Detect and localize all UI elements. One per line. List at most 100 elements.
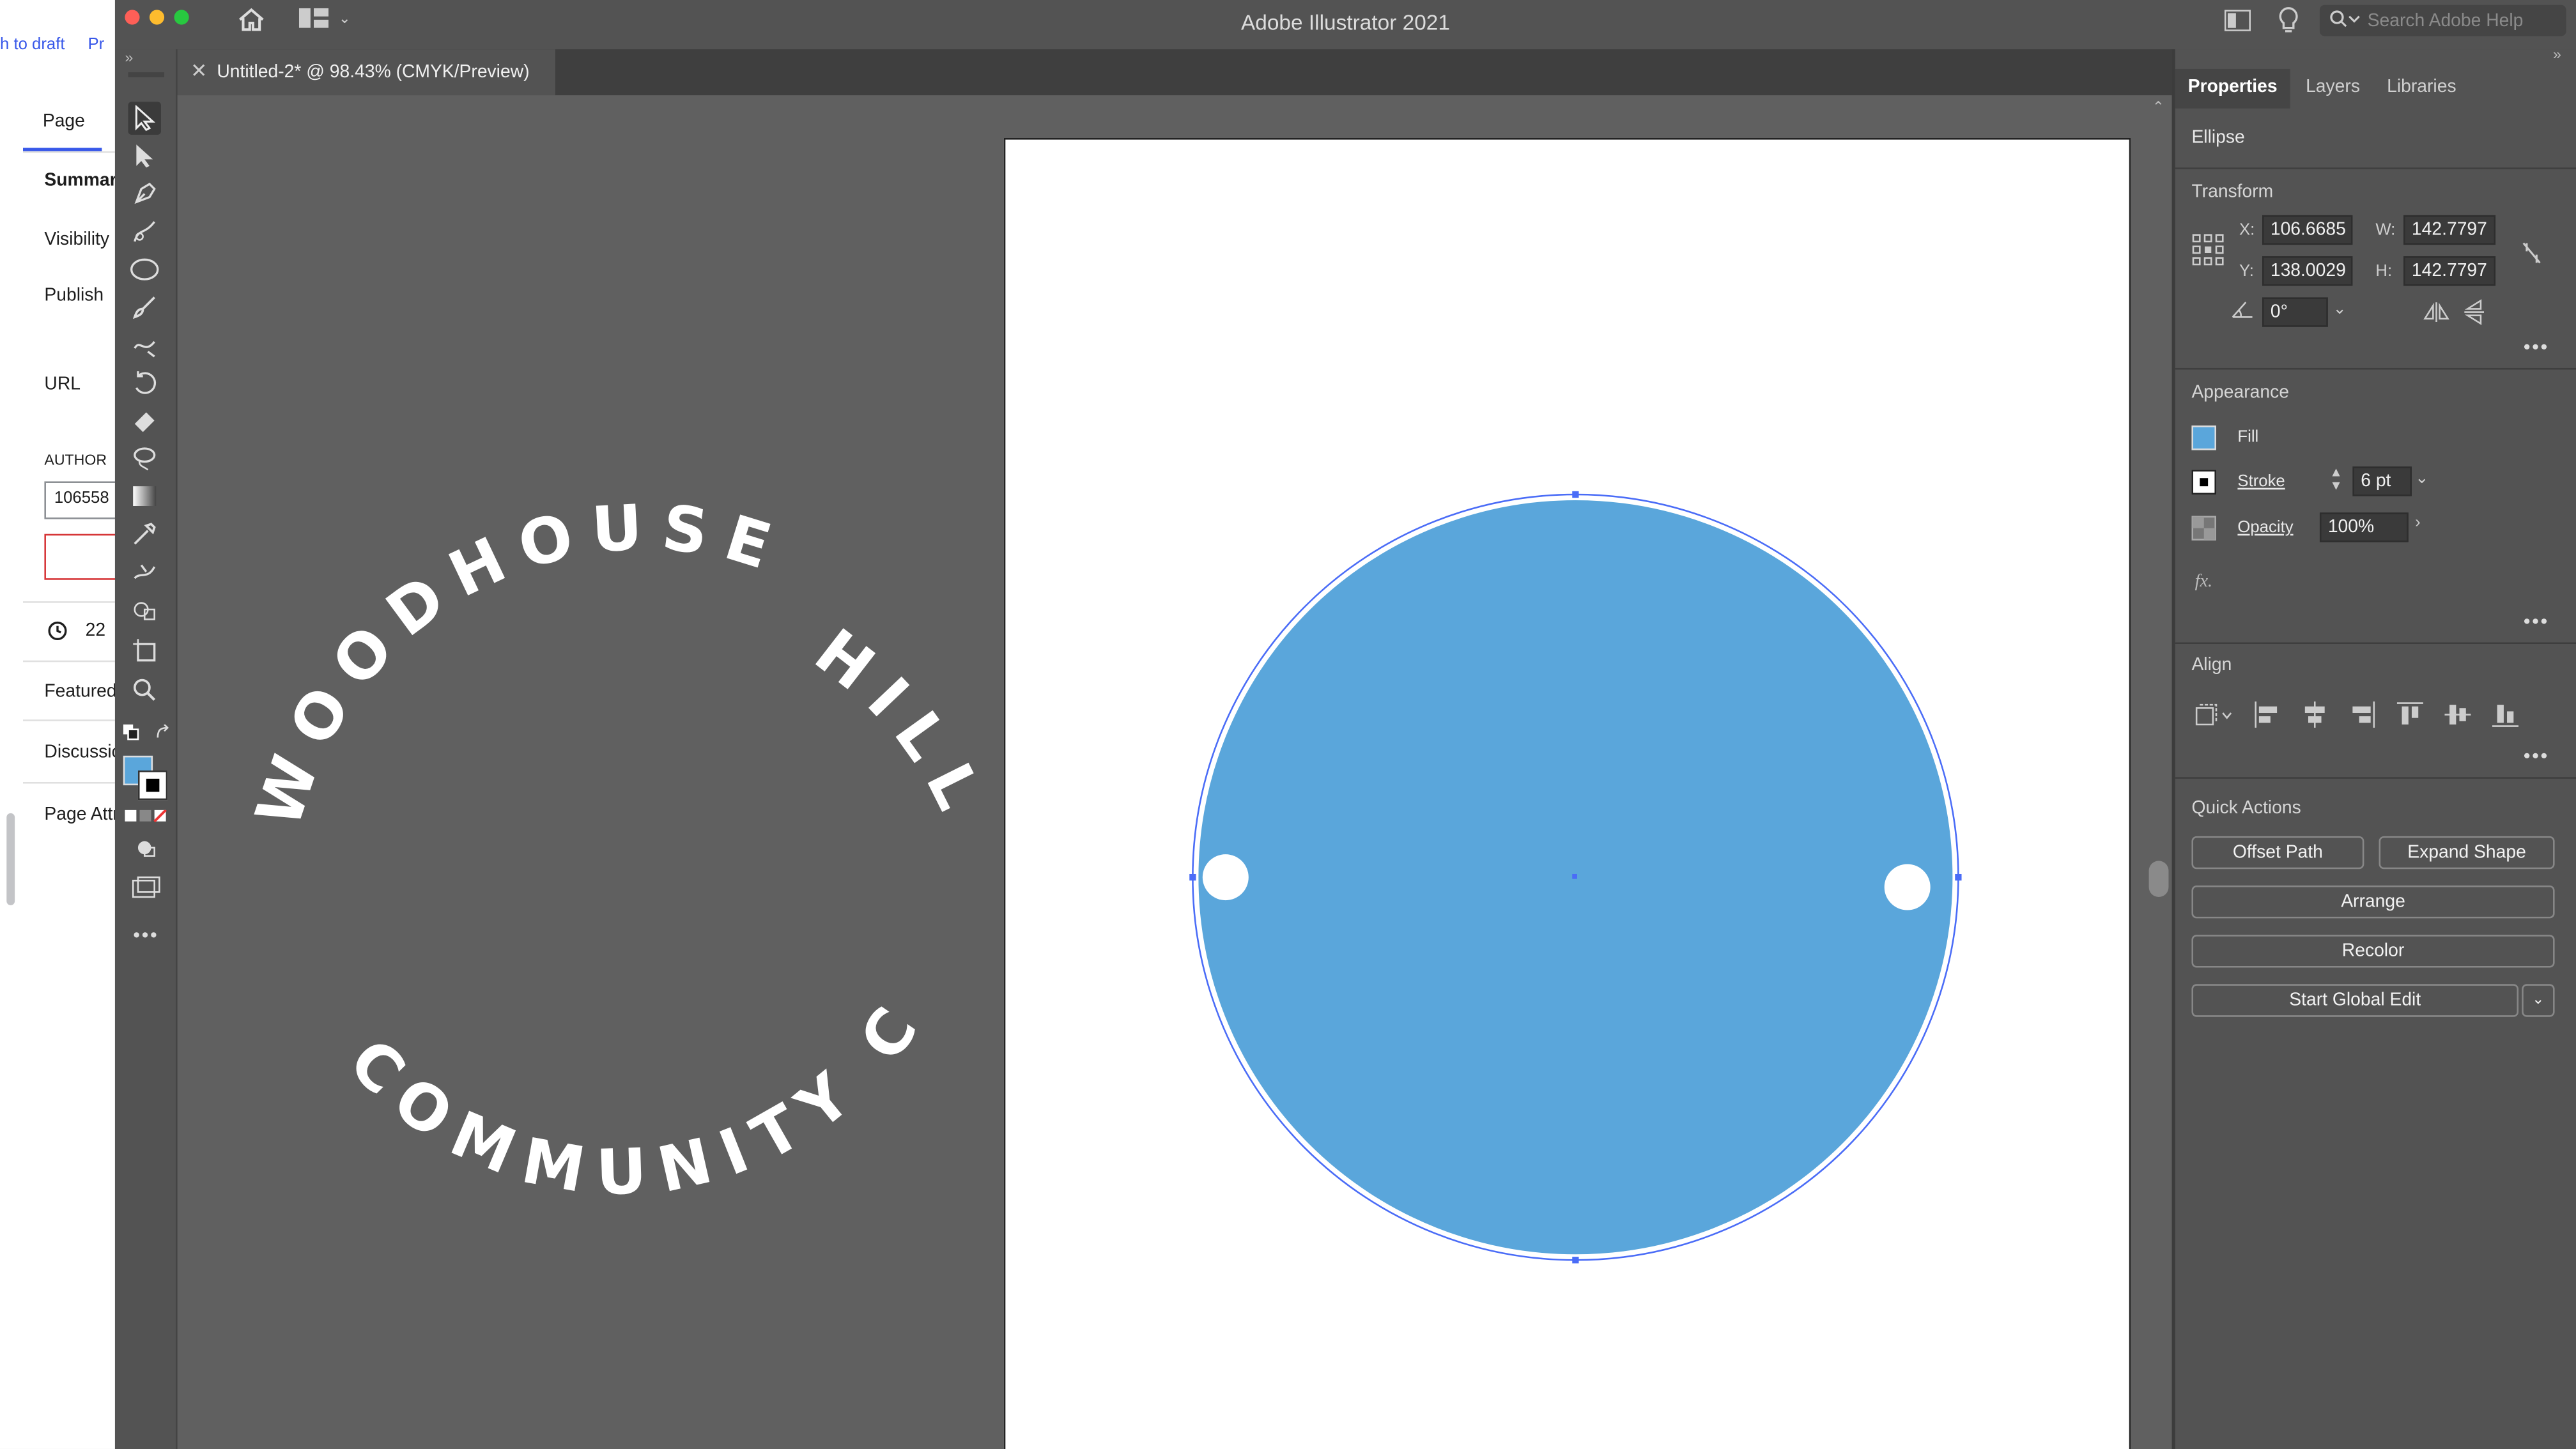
opacity-label[interactable]: Opacity bbox=[2237, 519, 2293, 537]
paintbrush-tool-icon[interactable] bbox=[128, 291, 161, 323]
align-top-icon[interactable] bbox=[2396, 702, 2423, 728]
close-window-button[interactable] bbox=[125, 10, 140, 25]
collapse-tools-icon[interactable]: » bbox=[125, 49, 133, 66]
switch-to-draft-link[interactable]: h to draft bbox=[0, 36, 65, 54]
fill-swatch[interactable] bbox=[2191, 425, 2217, 450]
zoom-window-button[interactable] bbox=[174, 10, 189, 25]
anchor-left[interactable] bbox=[1189, 873, 1196, 881]
featured-image-panel-toggle[interactable]: Featured bbox=[44, 682, 115, 702]
angle-dropdown-caret[interactable]: ⌄ bbox=[2333, 301, 2347, 319]
w-input[interactable]: 142.7797 bbox=[2403, 215, 2496, 245]
reference-point-icon[interactable] bbox=[2191, 233, 2224, 266]
stroke-color-swatch[interactable] bbox=[137, 770, 168, 801]
arrange-button[interactable]: Arrange bbox=[2191, 885, 2555, 919]
shape-builder-tool-icon[interactable] bbox=[128, 595, 161, 627]
offset-path-button[interactable]: Offset Path bbox=[2191, 836, 2364, 870]
divider bbox=[2175, 367, 2576, 370]
editor-scrollbar[interactable] bbox=[6, 813, 15, 905]
home-icon[interactable] bbox=[236, 6, 266, 33]
vertical-scrollbar-thumb[interactable] bbox=[2148, 861, 2169, 897]
curvature-tool-icon[interactable] bbox=[128, 215, 161, 248]
left-white-dot[interactable] bbox=[1202, 854, 1249, 901]
right-white-dot[interactable] bbox=[1884, 864, 1931, 910]
x-input[interactable]: 106.6685 bbox=[2262, 215, 2353, 245]
angle-input[interactable]: 0° bbox=[2262, 297, 2328, 327]
document-tab[interactable]: ✕ Untitled-2* @ 98.43% (CMYK/Preview) bbox=[177, 49, 555, 96]
canvas-area[interactable]: WOODHOUSE HILL COMMUNITY CLUB ⌃ bbox=[177, 95, 2172, 1449]
discussion-panel-toggle[interactable]: Discussion bbox=[44, 742, 115, 762]
ellipse-tool-icon[interactable] bbox=[128, 253, 161, 286]
minimize-window-button[interactable] bbox=[149, 10, 165, 25]
align-bottom-icon[interactable] bbox=[2492, 702, 2519, 728]
align-horizontal-center-icon[interactable] bbox=[2302, 701, 2328, 728]
stroke-stepper-icon[interactable]: ▲ ▼ bbox=[2329, 466, 2342, 493]
workspace-dropdown-caret[interactable]: ⌄ bbox=[339, 10, 351, 27]
align-right-icon[interactable] bbox=[2349, 701, 2375, 728]
appearance-more-options-icon[interactable]: ••• bbox=[2524, 610, 2549, 632]
stroke-swatch[interactable] bbox=[2191, 470, 2217, 494]
anchor-bottom[interactable] bbox=[1572, 1257, 1579, 1264]
anchor-top[interactable] bbox=[1572, 491, 1579, 498]
revisions-count[interactable]: 22 bbox=[86, 621, 105, 641]
transform-more-options-icon[interactable]: ••• bbox=[2524, 335, 2549, 358]
direct-selection-tool-icon[interactable] bbox=[128, 140, 161, 172]
tab-properties[interactable]: Properties bbox=[2175, 68, 2290, 109]
tab-libraries[interactable]: Libraries bbox=[2379, 69, 2465, 109]
selection-tool-icon[interactable] bbox=[128, 102, 161, 135]
opacity-icon[interactable] bbox=[2191, 516, 2217, 540]
error-field[interactable] bbox=[44, 533, 115, 580]
lasso-tool-icon[interactable] bbox=[128, 442, 161, 475]
stroke-dropdown-caret[interactable]: ⌄ bbox=[2415, 470, 2429, 487]
artboard-tool-icon[interactable] bbox=[128, 634, 161, 667]
align-left-icon[interactable] bbox=[2254, 701, 2280, 728]
summary-panel-toggle[interactable]: Summary bbox=[44, 171, 115, 190]
screen-mode-icon[interactable] bbox=[132, 876, 161, 899]
close-tab-icon[interactable]: ✕ bbox=[190, 59, 207, 82]
author-field[interactable]: 106558 bbox=[44, 481, 115, 519]
lightbulb-icon[interactable] bbox=[2277, 6, 2300, 34]
rotate-tool-icon[interactable] bbox=[128, 366, 161, 399]
arrange-documents-icon[interactable] bbox=[2224, 10, 2251, 31]
global-edit-options-dropdown[interactable]: ⌄ bbox=[2522, 984, 2555, 1017]
swap-fill-stroke-icon[interactable] bbox=[155, 724, 171, 741]
start-global-edit-button[interactable]: Start Global Edit bbox=[2191, 984, 2519, 1017]
page-attributes-panel-toggle[interactable]: Page Attr bbox=[44, 805, 115, 825]
h-input[interactable]: 142.7797 bbox=[2403, 256, 2496, 286]
artboard-artwork[interactable] bbox=[178, 95, 2172, 1449]
tools-panel-grip[interactable] bbox=[128, 72, 165, 77]
search-help-input[interactable]: Search Adobe Help bbox=[2319, 4, 2566, 36]
stroke-weight-input[interactable]: 6 pt bbox=[2352, 466, 2412, 496]
preview-link[interactable]: Pr bbox=[88, 36, 104, 54]
expand-shape-button[interactable]: Expand Shape bbox=[2379, 836, 2555, 870]
h-label: H: bbox=[2375, 263, 2393, 281]
tab-layers[interactable]: Layers bbox=[2297, 69, 2369, 109]
align-vertical-center-icon[interactable] bbox=[2444, 702, 2471, 728]
color-mode-icons[interactable] bbox=[125, 809, 167, 824]
default-fill-stroke-icon[interactable] bbox=[123, 724, 140, 741]
align-to-selection-icon[interactable] bbox=[2195, 703, 2235, 726]
draw-mode-icon[interactable] bbox=[135, 838, 158, 857]
gradient-tool-icon[interactable] bbox=[128, 480, 161, 512]
flip-vertical-icon[interactable] bbox=[2464, 299, 2485, 325]
width-tool-icon[interactable] bbox=[128, 555, 161, 588]
recolor-button[interactable]: Recolor bbox=[2191, 935, 2555, 968]
tab-page[interactable]: Page bbox=[22, 98, 102, 151]
y-input[interactable]: 138.0029 bbox=[2262, 256, 2353, 286]
anchor-right[interactable] bbox=[1955, 873, 1962, 881]
opacity-input[interactable]: 100% bbox=[2319, 512, 2409, 542]
flip-horizontal-icon[interactable] bbox=[2423, 302, 2449, 322]
constrain-proportions-icon[interactable] bbox=[2520, 240, 2543, 266]
collapse-panel-icon[interactable]: » bbox=[2553, 46, 2561, 63]
opacity-expand-chevron[interactable]: › bbox=[2415, 514, 2421, 532]
pen-tool-icon[interactable] bbox=[128, 178, 161, 210]
fx-effects-button[interactable]: fx. bbox=[2195, 572, 2213, 592]
eraser-tool-icon[interactable] bbox=[128, 404, 161, 437]
stroke-label[interactable]: Stroke bbox=[2237, 473, 2285, 491]
workspace-switcher-icon[interactable] bbox=[298, 8, 329, 28]
zoom-tool-icon[interactable] bbox=[128, 673, 161, 706]
eyedropper-tool-icon[interactable] bbox=[128, 518, 161, 550]
shaper-tool-icon[interactable] bbox=[128, 328, 161, 361]
align-more-options-icon[interactable]: ••• bbox=[2524, 744, 2549, 767]
edit-toolbar-more-icon[interactable]: ••• bbox=[133, 923, 158, 946]
scroll-up-icon[interactable]: ⌃ bbox=[2152, 98, 2164, 116]
